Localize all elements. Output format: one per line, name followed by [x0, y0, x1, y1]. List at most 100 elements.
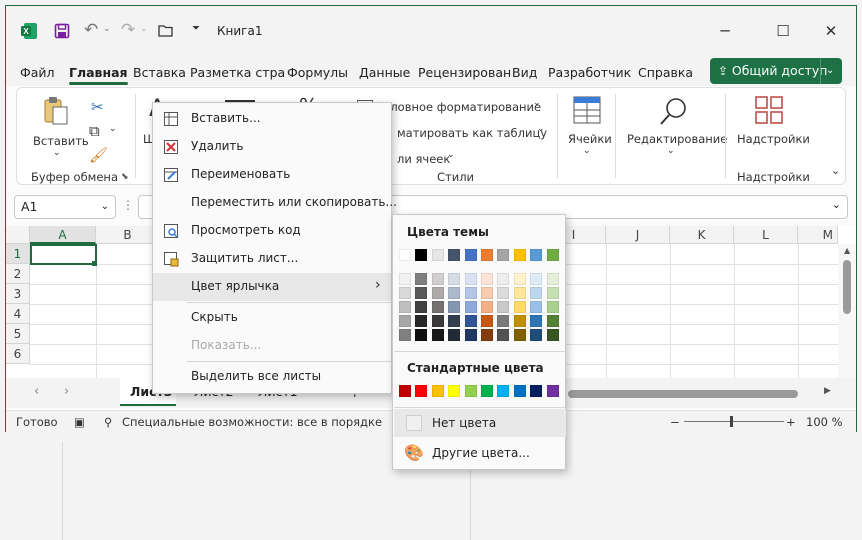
- minimize-icon[interactable]: ─: [710, 20, 740, 42]
- active-cell-a1[interactable]: [30, 244, 97, 265]
- tab-data[interactable]: Данные: [359, 65, 410, 80]
- menu-rename[interactable]: Переименовать: [153, 161, 391, 189]
- zoom-slider-thumb[interactable]: [730, 416, 733, 427]
- theme-shade-swatch[interactable]: [530, 301, 543, 313]
- theme-shade-swatch[interactable]: [530, 329, 543, 341]
- macro-record-icon[interactable]: ▣: [74, 415, 85, 429]
- menu-protect-sheet[interactable]: Защитить лист...: [153, 245, 391, 273]
- copy-icon[interactable]: ⧉: [89, 122, 100, 140]
- conditional-format-dropdown-icon[interactable]: ⌄: [533, 98, 541, 108]
- tab-file[interactable]: Файл: [20, 65, 55, 80]
- close-icon[interactable]: ✕: [816, 20, 846, 42]
- tab-formulas[interactable]: Формулы: [287, 65, 348, 80]
- row-header-3[interactable]: 3: [6, 284, 30, 304]
- addins-icon[interactable]: [755, 96, 783, 124]
- share-dropdown-icon[interactable]: ⌄: [826, 58, 834, 84]
- zoom-in-icon[interactable]: +: [786, 415, 796, 429]
- standard-color-swatch[interactable]: [530, 385, 543, 397]
- theme-shade-swatch[interactable]: [513, 301, 526, 313]
- tab-page-layout[interactable]: Разметка стра: [190, 65, 285, 80]
- name-box-dropdown-icon[interactable]: ⌄: [101, 196, 109, 218]
- open-folder-icon[interactable]: [158, 24, 175, 38]
- theme-color-swatch[interactable]: [530, 249, 543, 261]
- row-header-6[interactable]: 6: [6, 344, 30, 364]
- cells-dropdown-icon[interactable]: ⌄: [583, 146, 591, 156]
- theme-shade-swatch[interactable]: [399, 273, 411, 285]
- theme-color-swatch[interactable]: [415, 249, 428, 261]
- theme-color-swatch[interactable]: [481, 249, 493, 261]
- menu-insert[interactable]: Вставить...: [153, 105, 391, 133]
- theme-shade-swatch[interactable]: [415, 287, 428, 299]
- fill-handle[interactable]: [92, 261, 97, 266]
- expand-formula-bar-icon[interactable]: ⌄: [832, 198, 841, 211]
- theme-shade-swatch[interactable]: [530, 315, 543, 327]
- redo-icon[interactable]: ↷: [121, 20, 135, 40]
- theme-shade-swatch[interactable]: [415, 329, 428, 341]
- theme-shade-swatch[interactable]: [481, 329, 493, 341]
- vertical-scroll-thumb[interactable]: [843, 260, 851, 314]
- col-header-b[interactable]: B: [96, 226, 160, 244]
- theme-color-swatch[interactable]: [464, 249, 477, 261]
- paste-dropdown-icon[interactable]: ⌄: [53, 148, 61, 158]
- accessibility-icon[interactable]: ⚲: [104, 415, 112, 429]
- no-color-item[interactable]: Нет цвета: [394, 409, 566, 437]
- standard-color-swatch[interactable]: [546, 385, 559, 397]
- theme-shade-swatch[interactable]: [399, 287, 411, 299]
- theme-shade-swatch[interactable]: [448, 315, 461, 327]
- theme-color-swatch[interactable]: [399, 249, 411, 261]
- tab-insert[interactable]: Вставка: [133, 65, 186, 80]
- format-as-table-label[interactable]: матировать как таблицу: [397, 126, 547, 140]
- save-icon[interactable]: [54, 23, 70, 39]
- theme-shade-swatch[interactable]: [464, 301, 477, 313]
- paste-label[interactable]: Вставить: [33, 134, 89, 148]
- theme-shade-swatch[interactable]: [481, 301, 493, 313]
- menu-hide[interactable]: Скрыть: [153, 304, 391, 332]
- cells-icon[interactable]: [573, 96, 601, 124]
- row-header-1[interactable]: 1: [6, 244, 30, 264]
- theme-shade-swatch[interactable]: [464, 287, 477, 299]
- standard-color-swatch[interactable]: [415, 385, 428, 397]
- theme-shade-swatch[interactable]: [415, 273, 428, 285]
- scroll-right-icon[interactable]: ▶: [824, 386, 831, 396]
- row-header-4[interactable]: 4: [6, 304, 30, 324]
- row-header-5[interactable]: 5: [6, 324, 30, 344]
- standard-color-swatch[interactable]: [448, 385, 461, 397]
- menu-select-all-sheets[interactable]: Выделить все листы: [153, 363, 391, 391]
- col-header-m[interactable]: M: [798, 226, 838, 244]
- theme-shade-swatch[interactable]: [464, 329, 477, 341]
- theme-shade-swatch[interactable]: [481, 315, 493, 327]
- scroll-up-icon[interactable]: ▲: [844, 246, 850, 255]
- addins-label[interactable]: Надстройки: [737, 132, 810, 146]
- theme-shade-swatch[interactable]: [530, 287, 543, 299]
- theme-shade-swatch[interactable]: [431, 301, 444, 313]
- theme-shade-swatch[interactable]: [448, 273, 461, 285]
- share-button[interactable]: ⇪ Общий доступ ⌄: [710, 58, 842, 84]
- menu-view-code[interactable]: Просмотреть код: [153, 217, 391, 245]
- zoom-out-icon[interactable]: −: [670, 415, 680, 429]
- prev-sheet-icon[interactable]: ‹: [34, 384, 39, 399]
- status-accessibility[interactable]: Специальные возможности: все в порядке: [122, 415, 382, 429]
- name-box[interactable]: A1 ⌄: [14, 195, 116, 219]
- theme-shade-swatch[interactable]: [497, 329, 510, 341]
- standard-color-swatch[interactable]: [464, 385, 477, 397]
- col-header-a[interactable]: A: [30, 226, 96, 244]
- theme-color-swatch[interactable]: [497, 249, 510, 261]
- theme-shade-swatch[interactable]: [546, 329, 559, 341]
- theme-shade-swatch[interactable]: [431, 315, 444, 327]
- theme-shade-swatch[interactable]: [464, 315, 477, 327]
- format-as-table-dropdown-icon[interactable]: ⌄: [537, 124, 545, 134]
- zoom-level[interactable]: 100 %: [806, 415, 843, 429]
- theme-shade-swatch[interactable]: [546, 301, 559, 313]
- undo-icon[interactable]: ↶: [84, 20, 98, 40]
- standard-color-swatch[interactable]: [497, 385, 510, 397]
- theme-shade-swatch[interactable]: [546, 315, 559, 327]
- cells-label[interactable]: Ячейки: [568, 132, 612, 146]
- tab-review[interactable]: Рецензирован: [418, 65, 511, 80]
- theme-shade-swatch[interactable]: [431, 287, 444, 299]
- undo-dropdown-icon[interactable]: ⌄: [103, 24, 111, 34]
- standard-color-swatch[interactable]: [431, 385, 444, 397]
- theme-shade-swatch[interactable]: [399, 329, 411, 341]
- redo-dropdown-icon[interactable]: ⌄: [140, 24, 148, 34]
- col-header-l[interactable]: L: [734, 226, 798, 244]
- conditional-format-label[interactable]: Условное форматирование: [377, 100, 541, 114]
